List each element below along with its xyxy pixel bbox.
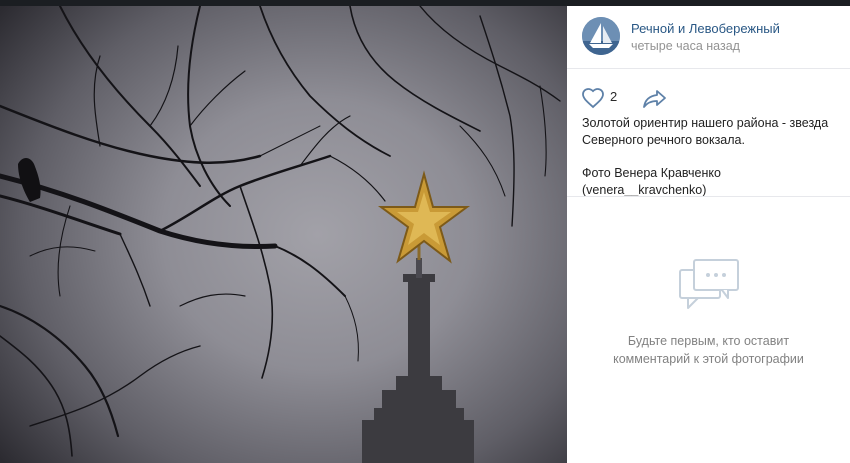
post-sidebar: Речной и Левобережный четыре часа назад … bbox=[567, 6, 850, 463]
comment-bubble-icon bbox=[678, 259, 739, 309]
bird-silhouette bbox=[18, 158, 41, 202]
post-header: Речной и Левобережный четыре часа назад bbox=[567, 6, 850, 69]
photo-scene bbox=[0, 6, 561, 463]
post-caption: Золотой ориентир нашего района - звезда … bbox=[582, 115, 844, 215]
empty-comments-text: Будьте первым, кто оставит комментарий к… bbox=[567, 332, 850, 368]
tree-branches bbox=[0, 6, 561, 457]
share-button[interactable] bbox=[642, 86, 668, 110]
caption-text: Золотой ориентир нашего района - звезда … bbox=[582, 116, 829, 147]
group-name-link[interactable]: Речной и Левобережный bbox=[631, 21, 780, 36]
divider bbox=[567, 196, 850, 197]
heart-icon bbox=[582, 88, 604, 109]
post-actions: 2 bbox=[567, 86, 850, 110]
share-arrow-icon bbox=[643, 90, 666, 108]
like-count: 2 bbox=[610, 89, 618, 104]
sailboat-logo-icon bbox=[582, 17, 620, 55]
empty-comments-line2: комментарий к этой фотографии bbox=[613, 352, 804, 366]
post-timestamp[interactable]: четыре часа назад bbox=[631, 39, 740, 53]
photo-credit: Фото Венера Кравченко (venera__kravchenk… bbox=[582, 166, 721, 197]
empty-comments-line1: Будьте первым, кто оставит bbox=[627, 334, 790, 348]
spire-tower bbox=[362, 238, 474, 463]
group-avatar[interactable] bbox=[582, 17, 620, 55]
post-photo[interactable] bbox=[0, 6, 567, 463]
golden-star bbox=[377, 170, 471, 264]
like-button[interactable]: 2 bbox=[581, 86, 625, 110]
empty-comments-placeholder: Будьте первым, кто оставит комментарий к… bbox=[567, 258, 850, 368]
